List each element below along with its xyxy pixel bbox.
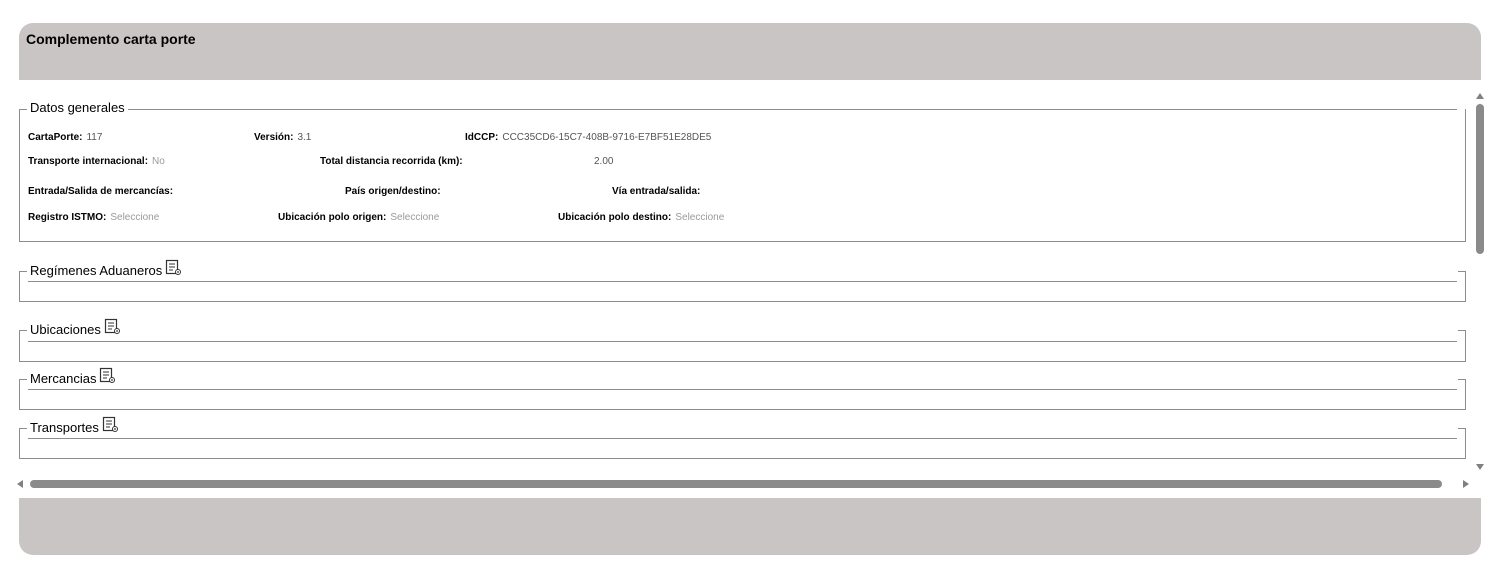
total-distancia-value: 2.00 <box>594 156 614 167</box>
panel-footer <box>19 498 1481 555</box>
transportes-section: Transportes <box>19 416 1466 459</box>
vertical-scroll-thumb[interactable] <box>1476 104 1484 254</box>
list-view-icon[interactable] <box>102 416 119 433</box>
ubicacion-destino-field[interactable]: Ubicación polo destino: Seleccione <box>558 212 724 223</box>
transportes-legend: Transportes <box>30 416 119 436</box>
datos-generales-section: Datos generales CartaPorte: 117 Versión: 3… <box>19 100 1466 242</box>
regimenes-aduaneros-section: Regímenes Aduaneros <box>19 259 1466 302</box>
scroll-up-arrow-icon[interactable] <box>1476 93 1484 99</box>
via-entrada-field[interactable]: Vía entrada/salida: <box>612 186 700 197</box>
transporte-internacional-field: Transporte internacional: No <box>28 156 165 167</box>
regimenes-aduaneros-legend: Regímenes Aduaneros <box>30 259 183 279</box>
mercancias-section: Mercancias <box>19 367 1466 410</box>
total-distancia-label: Total distancia recorrida (km): <box>320 156 463 167</box>
list-view-icon[interactable] <box>99 367 116 384</box>
version-field: Versión: 3.1 <box>254 132 312 143</box>
idccp-field: IdCCP: CCC35CD6-15C7-408B-9716-E7BF51E28D… <box>465 132 712 143</box>
scroll-left-arrow-icon[interactable] <box>17 480 23 488</box>
vertical-scrollbar[interactable] <box>1473 92 1487 470</box>
ubicaciones-legend: Ubicaciones <box>30 318 121 338</box>
pais-origen-field[interactable]: País origen/destino: <box>345 186 441 197</box>
registro-istmo-field[interactable]: Registro ISTMO: Seleccione <box>28 212 159 223</box>
horizontal-scroll-thumb[interactable] <box>30 480 1442 488</box>
entrada-salida-field[interactable]: Entrada/Salida de mercancías: <box>28 186 173 197</box>
ubicaciones-section: Ubicaciones <box>19 318 1466 362</box>
panel-header: Complemento carta porte <box>19 23 1481 80</box>
horizontal-scrollbar[interactable] <box>17 478 1469 490</box>
carta-porte-field: CartaPorte: 117 <box>28 132 103 143</box>
content-area: Datos generales CartaPorte: 117 Versión: 3… <box>19 80 1467 475</box>
panel-title: Complemento carta porte <box>26 31 196 47</box>
scroll-down-arrow-icon[interactable] <box>1476 464 1484 470</box>
mercancias-legend: Mercancias <box>30 367 117 387</box>
datos-generales-legend: Datos generales <box>30 100 125 116</box>
list-view-icon[interactable] <box>165 259 182 276</box>
list-view-icon[interactable] <box>104 318 121 335</box>
scroll-right-arrow-icon[interactable] <box>1463 480 1469 488</box>
ubicacion-origen-field[interactable]: Ubicación polo origen: Seleccione <box>278 212 439 223</box>
